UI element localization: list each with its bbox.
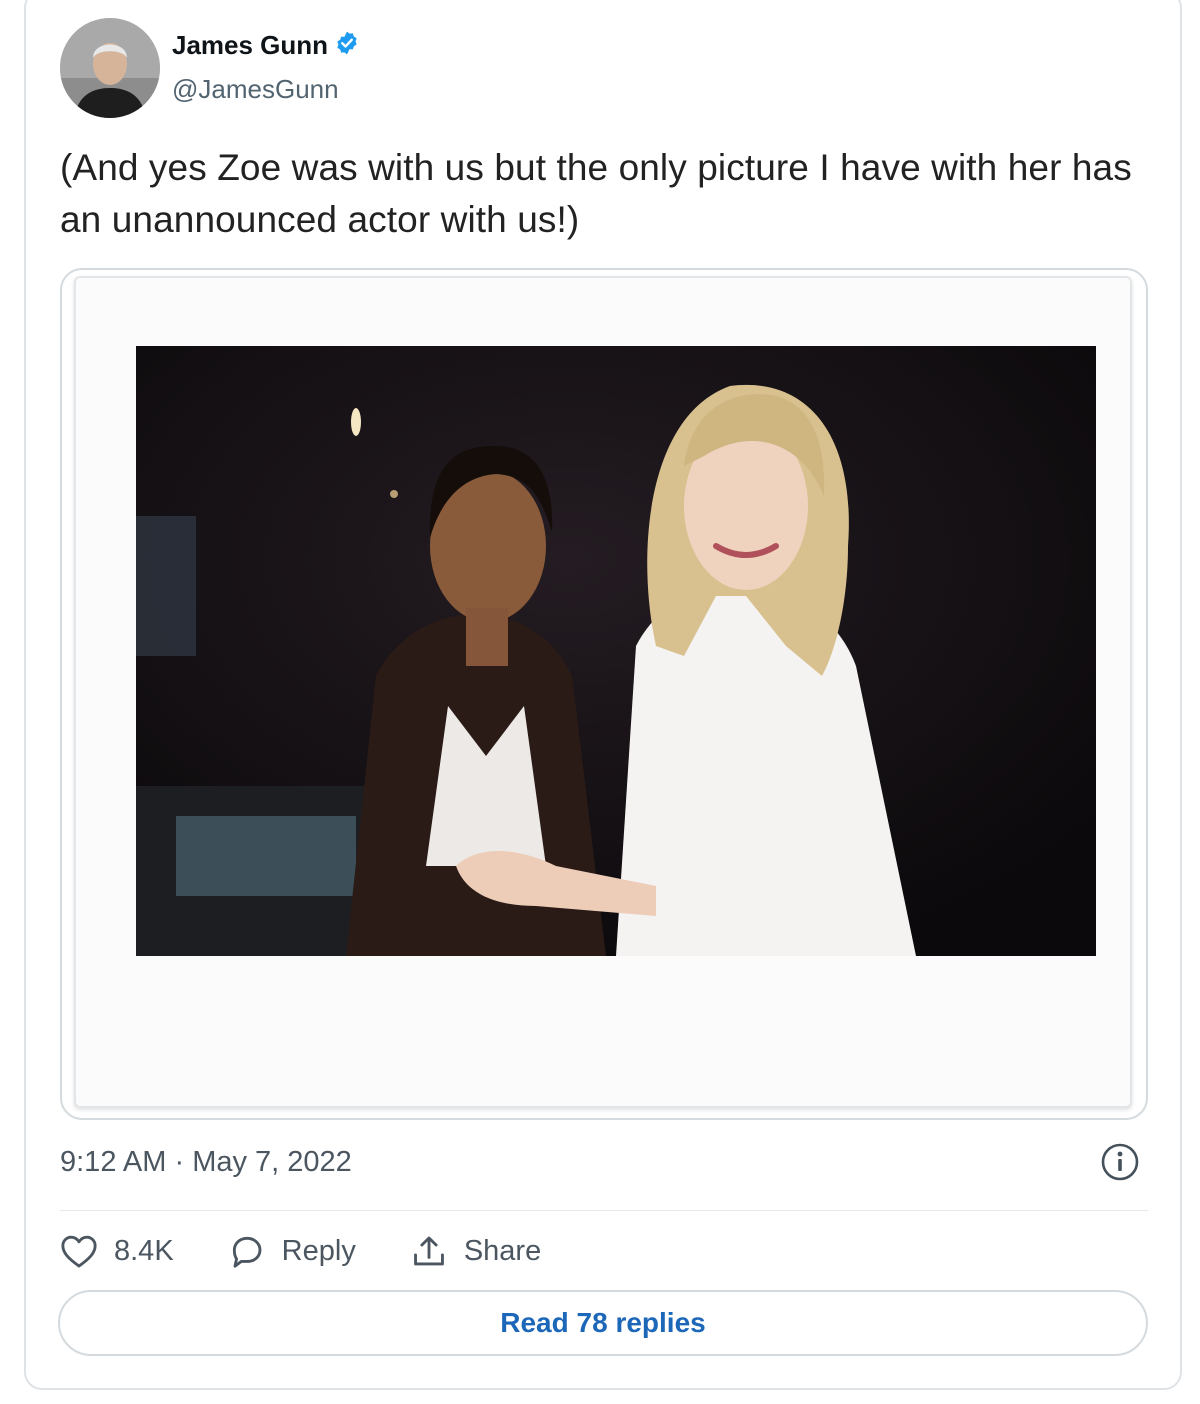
author-avatar[interactable] bbox=[60, 18, 160, 118]
actions-divider bbox=[60, 1210, 1148, 1211]
read-replies-button[interactable]: Read 78 replies bbox=[58, 1290, 1148, 1356]
info-icon[interactable] bbox=[1100, 1142, 1140, 1182]
verified-badge-icon bbox=[334, 30, 360, 61]
timestamp-separator: · bbox=[174, 1146, 185, 1178]
reply-label: Reply bbox=[281, 1234, 356, 1267]
tweet-date: May 7, 2022 bbox=[192, 1146, 352, 1178]
polaroid-frame bbox=[74, 276, 1132, 1108]
share-upload-icon bbox=[410, 1233, 448, 1269]
reply-button[interactable]: Reply bbox=[228, 1233, 356, 1269]
heart-icon bbox=[60, 1233, 98, 1269]
share-button[interactable]: Share bbox=[410, 1233, 541, 1269]
like-button[interactable]: 8.4K bbox=[60, 1233, 174, 1269]
avatar-photo bbox=[60, 18, 160, 118]
tweet-time: 9:12 AM bbox=[60, 1146, 167, 1178]
author-display-name[interactable]: James Gunn bbox=[172, 30, 328, 61]
tweet-actions: 8.4K Reply Share bbox=[60, 1228, 595, 1274]
photo-image bbox=[136, 346, 1096, 956]
like-count: 8.4K bbox=[114, 1234, 174, 1267]
author-handle[interactable]: @JamesGunn bbox=[172, 74, 339, 105]
tweet-timestamp[interactable]: 9:12 AM · May 7, 2022 bbox=[60, 1146, 352, 1179]
tweet-media[interactable] bbox=[60, 268, 1148, 1120]
share-label: Share bbox=[463, 1234, 542, 1267]
tweet-text: (And yes Zoe was with us but the only pi… bbox=[60, 147, 1132, 240]
author-name-row: James Gunn bbox=[172, 30, 360, 61]
speech-bubble-icon bbox=[228, 1233, 266, 1269]
